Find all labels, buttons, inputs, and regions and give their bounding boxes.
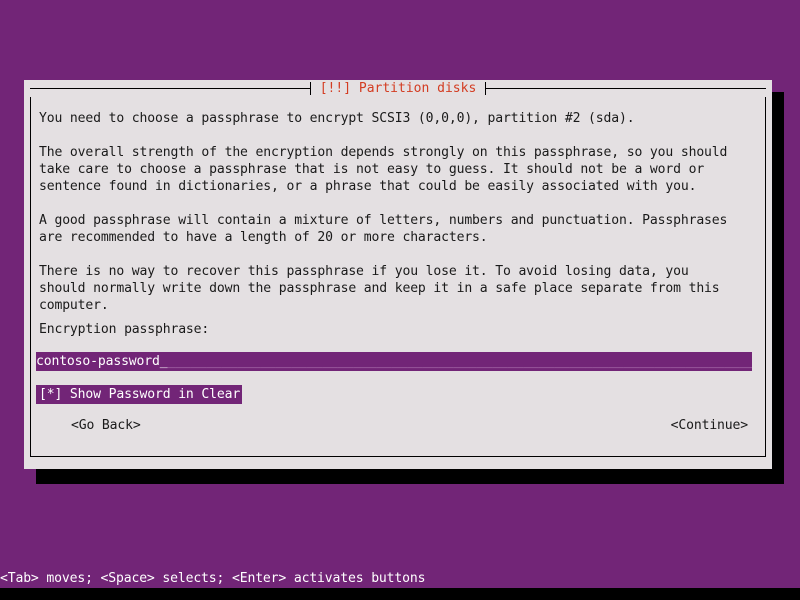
go-back-button[interactable]: <Go Back> — [71, 417, 141, 434]
passphrase-input[interactable]: contoso-password ________________________… — [36, 352, 752, 371]
dialog-title-bar: [!!] Partition disks — [30, 80, 767, 97]
body-paragraph-4: There is no way to recover this passphra… — [39, 264, 720, 313]
title-rule-left — [30, 88, 310, 89]
title-rule-right — [486, 88, 767, 89]
installer-screen: [!!] Partition disks You need to choose … — [0, 0, 800, 600]
passphrase-label: Encryption passphrase: — [39, 322, 210, 337]
continue-button[interactable]: <Continue> — [671, 417, 748, 434]
status-bar-hint: <Tab> moves; <Space> selects; <Enter> ac… — [0, 570, 800, 588]
dialog-body: You need to choose a passphrase to encry… — [39, 110, 757, 314]
page-title: [!!] Partition disks — [319, 80, 477, 96]
body-paragraph-1: You need to choose a passphrase to encry… — [39, 111, 635, 126]
body-paragraph-3: A good passphrase will contain a mixture… — [39, 213, 728, 245]
passphrase-input-value: contoso-password — [36, 354, 160, 369]
show-password-checkbox[interactable]: [*] Show Password in Clear — [36, 385, 243, 404]
bottom-black-strip — [0, 588, 800, 600]
passphrase-input-fill: ________________________________________… — [167, 354, 752, 369]
dialog-button-row: <Go Back> <Continue> — [39, 417, 757, 434]
body-paragraph-2: The overall strength of the encryption d… — [39, 145, 728, 194]
